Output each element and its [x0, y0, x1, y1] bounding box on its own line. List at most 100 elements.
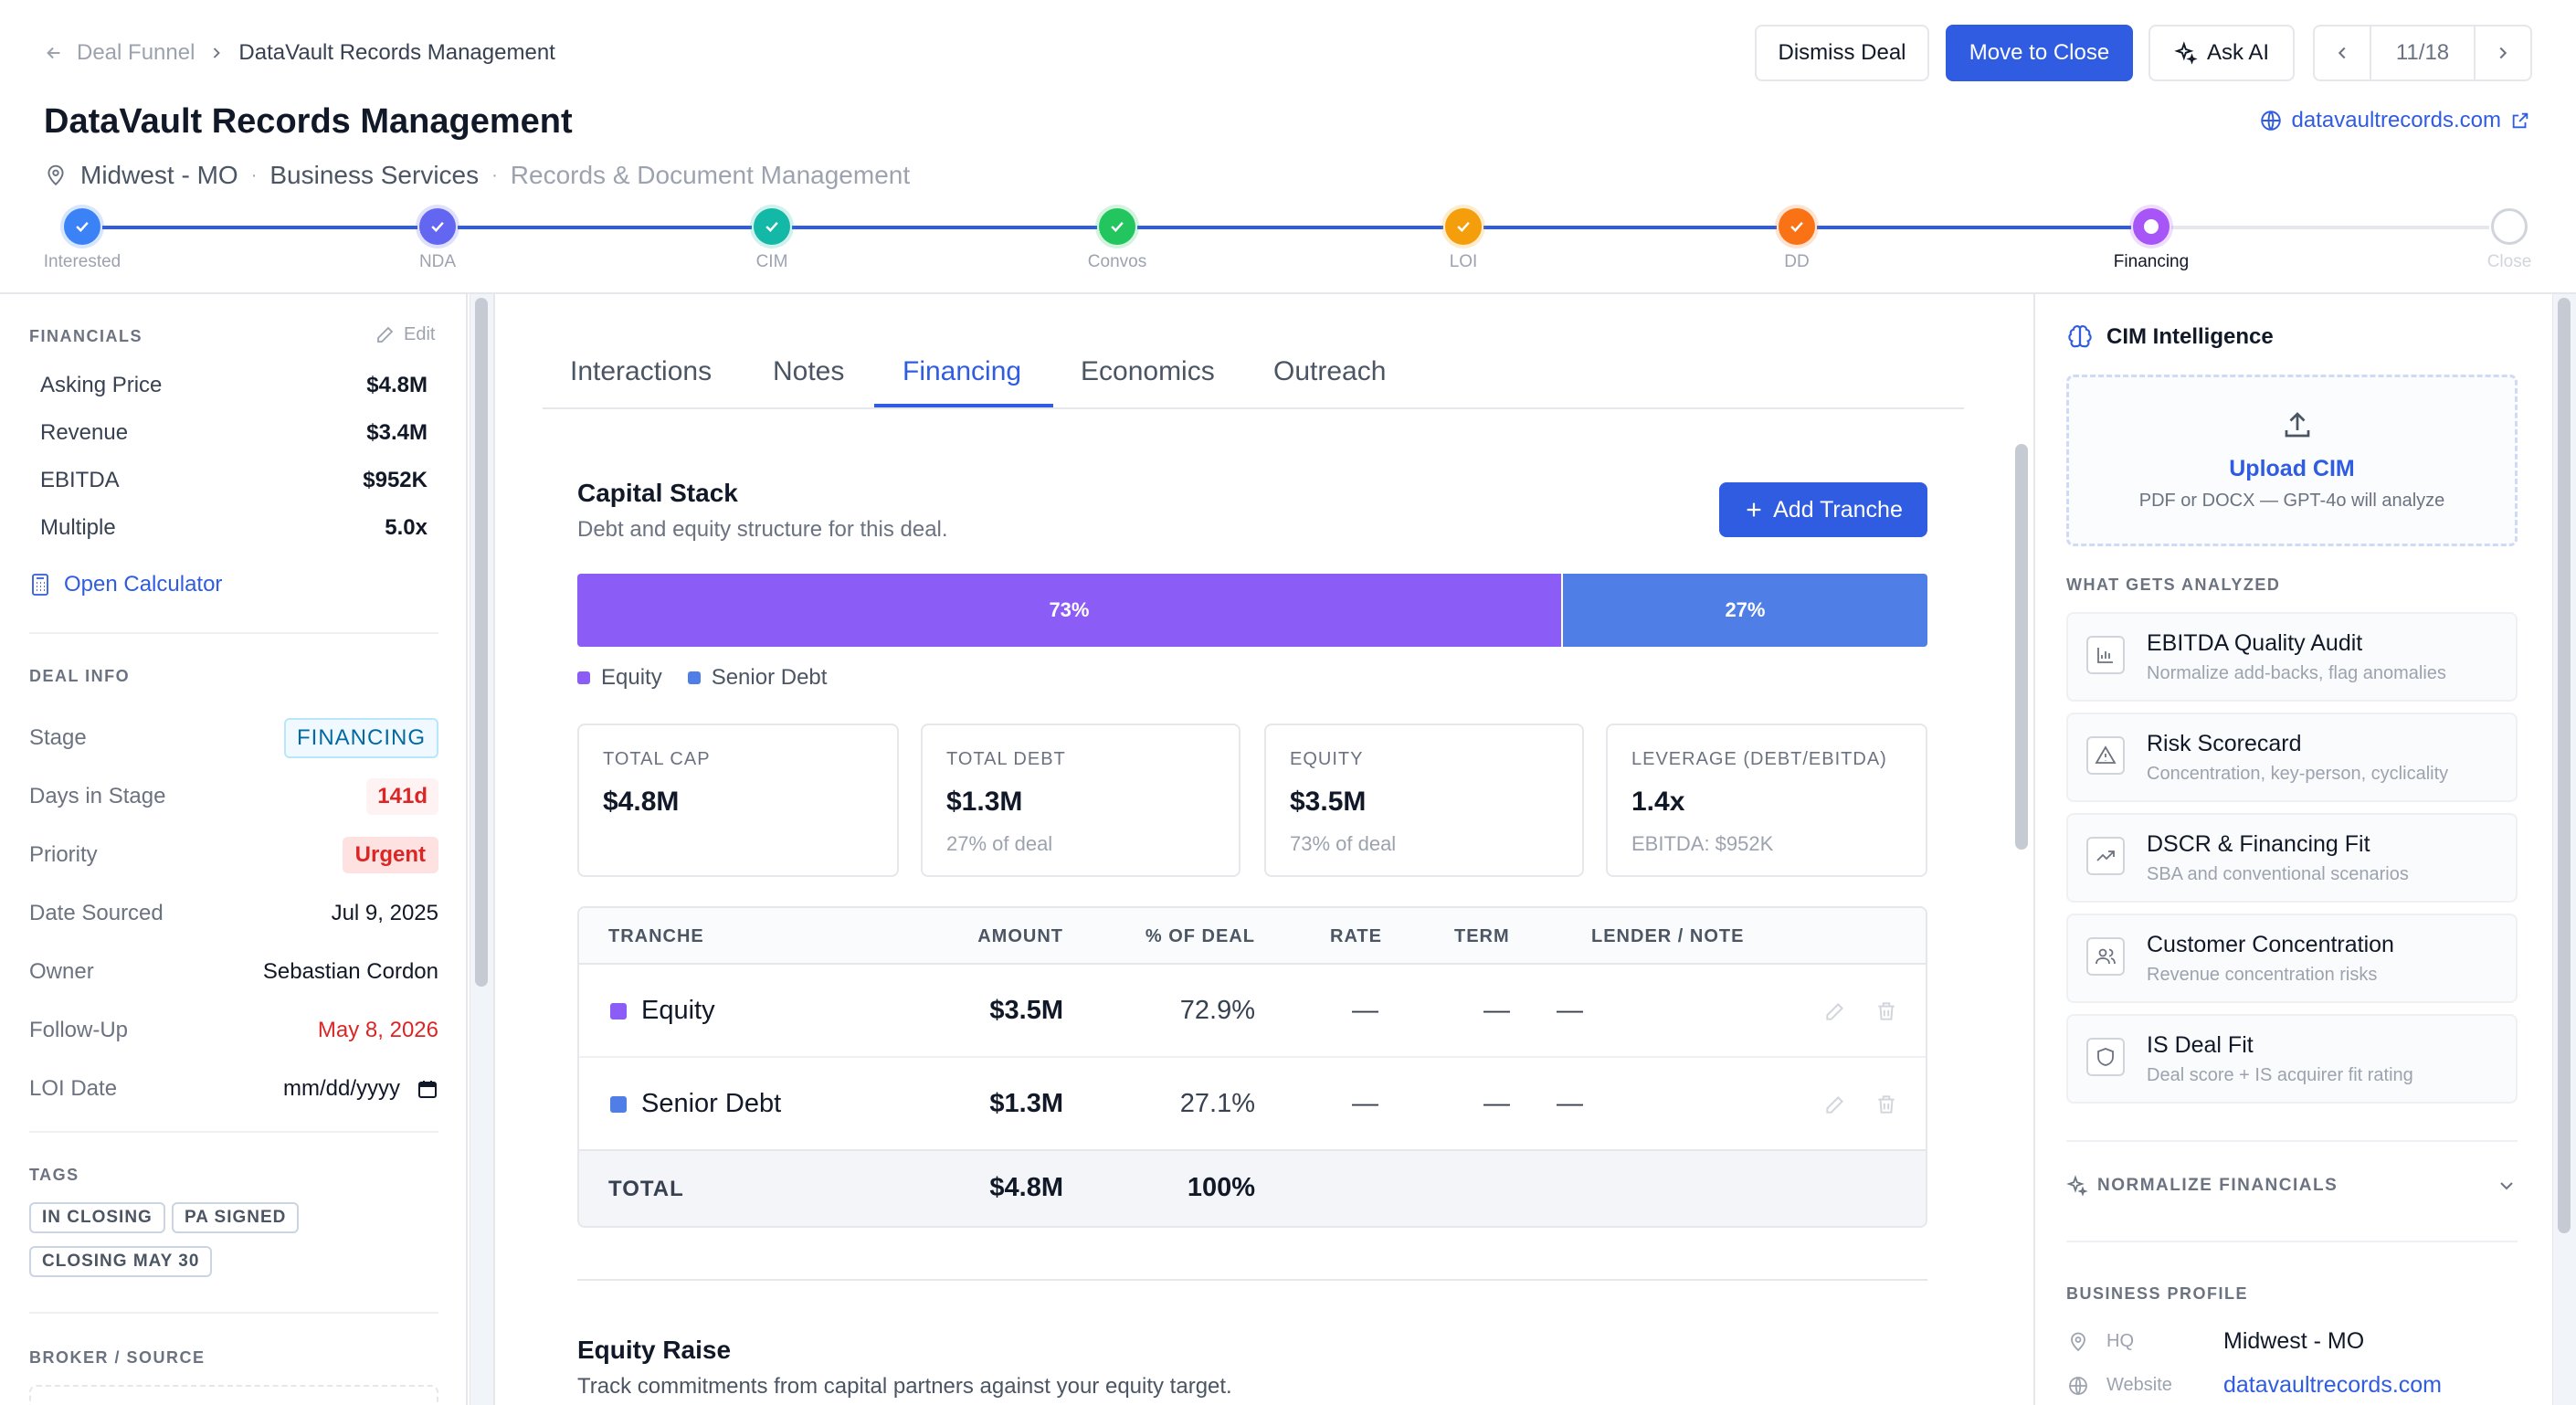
tab-economics[interactable]: Economics — [1081, 356, 1215, 387]
column-header: % OF DEAL — [1145, 926, 1255, 946]
prev-deal-button[interactable] — [2315, 26, 2371, 79]
stage-step-financing[interactable]: Financing — [2106, 208, 2197, 272]
upload-cim-label[interactable]: Upload CIM — [2069, 456, 2515, 482]
calculator-icon — [29, 573, 51, 597]
tab-outreach[interactable]: Outreach — [1273, 356, 1386, 387]
company-website-link[interactable]: datavaultrecords.com — [2259, 108, 2530, 133]
loi-date-input[interactable]: mm/dd/yyyy — [283, 1076, 438, 1102]
upload-cim-dropzone[interactable]: Upload CIM PDF or DOCX — GPT-4o will ana… — [2066, 375, 2518, 546]
company-location: Midwest - MO — [80, 161, 238, 189]
priority-badge[interactable]: Urgent — [342, 837, 438, 873]
tab-interactions[interactable]: Interactions — [570, 356, 712, 387]
center-scrollbar-thumb[interactable] — [2015, 444, 2028, 850]
column-header: TERM — [1454, 926, 1510, 946]
legend-debt: Senior Debt — [687, 665, 828, 691]
feature-card-ebitda[interactable]: EBITDA Quality Audit Normalize add-backs… — [2066, 612, 2518, 702]
feature-card-customer[interactable]: Customer Concentration Revenue concentra… — [2066, 914, 2518, 1003]
left-scrollbar-thumb[interactable] — [475, 298, 488, 987]
equity-segment[interactable]: 73% — [577, 574, 1563, 647]
next-deal-button[interactable] — [2474, 26, 2530, 79]
delete-tranche-icon[interactable] — [1874, 1093, 1898, 1116]
divider — [493, 294, 495, 1405]
stat-value: 1.4x — [1631, 787, 1685, 817]
right-scrollbar-thumb[interactable] — [2558, 298, 2571, 1233]
capital-stack-bar: 73% 27% — [577, 574, 1927, 647]
shield-icon — [2086, 1038, 2125, 1076]
debt-segment[interactable]: 27% — [1562, 574, 1927, 647]
tranche-rate: — — [1352, 1089, 1378, 1118]
tab-financing[interactable]: Financing — [903, 356, 1021, 387]
stage-step-convos[interactable]: Convos — [1072, 208, 1163, 272]
stage-label: LOI — [1449, 252, 1478, 271]
stage-step-close[interactable]: Close — [2464, 208, 2555, 272]
ask-ai-button[interactable]: Ask AI — [2148, 25, 2295, 81]
tag-pill[interactable]: IN CLOSING — [29, 1202, 165, 1233]
edit-financials-button[interactable]: Edit — [375, 323, 435, 345]
cim-header: CIM Intelligence — [2066, 323, 2274, 351]
stat-label: LEVERAGE (DEBT/EBITDA) — [1631, 749, 1887, 769]
stat-total-debt: TOTAL DEBT $1.3M 27% of deal — [921, 724, 1240, 877]
tranche-pct: 72.9% — [1179, 996, 1255, 1025]
stage-step-interested[interactable]: Interested — [37, 208, 128, 272]
stage-step-cim[interactable]: CIM — [726, 208, 818, 272]
stage-step-dd[interactable]: DD — [1751, 208, 1842, 272]
deal-pager: 11/18 — [2313, 25, 2532, 81]
feature-card-deal-fit[interactable]: IS Deal Fit Deal score + IS acquirer fit… — [2066, 1014, 2518, 1104]
tranche-lender: — — [1557, 1089, 1583, 1118]
feature-card-risk[interactable]: Risk Scorecard Concentration, key-person… — [2066, 713, 2518, 802]
column-header: AMOUNT — [977, 926, 1063, 946]
divider — [2066, 1241, 2518, 1242]
add-tranche-button[interactable]: Add Tranche — [1719, 482, 1927, 537]
globe-icon — [2259, 109, 2283, 132]
financial-row: Asking Price $4.8M — [40, 373, 428, 420]
breadcrumb-parent[interactable]: Deal Funnel — [77, 40, 195, 66]
tag-pill[interactable]: PA SIGNED — [172, 1202, 300, 1233]
financial-value: $3.4M — [366, 420, 428, 445]
move-to-close-button[interactable]: Move to Close — [1946, 25, 2133, 81]
separator-dot: · — [491, 164, 498, 185]
arrow-left-icon[interactable] — [44, 43, 64, 63]
stat-subtext: EBITDA: $952K — [1631, 832, 1774, 855]
stage-step-loi[interactable]: LOI — [1418, 208, 1509, 272]
edit-tranche-icon[interactable] — [1823, 1093, 1847, 1116]
active-tab-indicator — [874, 404, 1053, 407]
stage-step-nda[interactable]: NDA — [392, 208, 483, 272]
check-icon — [64, 208, 100, 245]
stat-label: TOTAL CAP — [603, 749, 711, 769]
business-profile-title: BUSINESS PROFILE — [2066, 1284, 2249, 1303]
delete-tranche-icon[interactable] — [1874, 999, 1898, 1023]
financial-label: Asking Price — [40, 373, 163, 397]
tags-section-title: TAGS — [29, 1166, 79, 1184]
feature-card-dscr[interactable]: DSCR & Financing Fit SBA and conventiona… — [2066, 813, 2518, 903]
stat-equity: EQUITY $3.5M 73% of deal — [1264, 724, 1584, 877]
broker-dropzone[interactable] — [29, 1385, 438, 1405]
tag-pill[interactable]: CLOSING MAY 30 — [29, 1246, 213, 1277]
check-icon — [1445, 208, 1482, 245]
profile-website-link[interactable]: datavaultrecords.com — [2223, 1372, 2442, 1399]
tranche-table: TRANCHE AMOUNT % OF DEAL RATE TERM LENDE… — [577, 906, 1927, 1228]
normalize-financials-toggle[interactable]: NORMALIZE FINANCIALS — [2066, 1175, 2518, 1197]
dismiss-deal-button[interactable]: Dismiss Deal — [1755, 25, 1929, 81]
calendar-icon[interactable] — [417, 1078, 438, 1100]
stage-dot-icon — [2491, 208, 2528, 245]
follow-up-value[interactable]: May 8, 2026 — [318, 1018, 438, 1043]
separator-dot: · — [250, 164, 258, 185]
tranche-name: Equity — [641, 996, 715, 1025]
plus-icon — [1744, 500, 1764, 520]
profile-label: HQ — [2106, 1331, 2134, 1351]
tranche-term: — — [1483, 1089, 1510, 1118]
divider — [577, 1279, 1927, 1281]
equity-swatch — [610, 1003, 627, 1019]
financial-row: EBITDA $952K — [40, 468, 428, 515]
stepper-connector — [1817, 226, 2131, 229]
owner-value[interactable]: Sebastian Cordon — [263, 959, 438, 985]
tab-notes[interactable]: Notes — [773, 356, 844, 387]
map-pin-icon — [2066, 1331, 2090, 1353]
open-calculator-button[interactable]: Open Calculator — [29, 572, 222, 597]
deal-info-row: Days in Stage 141d — [29, 767, 438, 826]
edit-tranche-icon[interactable] — [1823, 999, 1847, 1023]
divider — [2066, 1140, 2518, 1142]
check-icon — [419, 208, 456, 245]
legend-label: Senior Debt — [711, 665, 828, 690]
equity-raise-title: Equity Raise — [577, 1336, 732, 1364]
